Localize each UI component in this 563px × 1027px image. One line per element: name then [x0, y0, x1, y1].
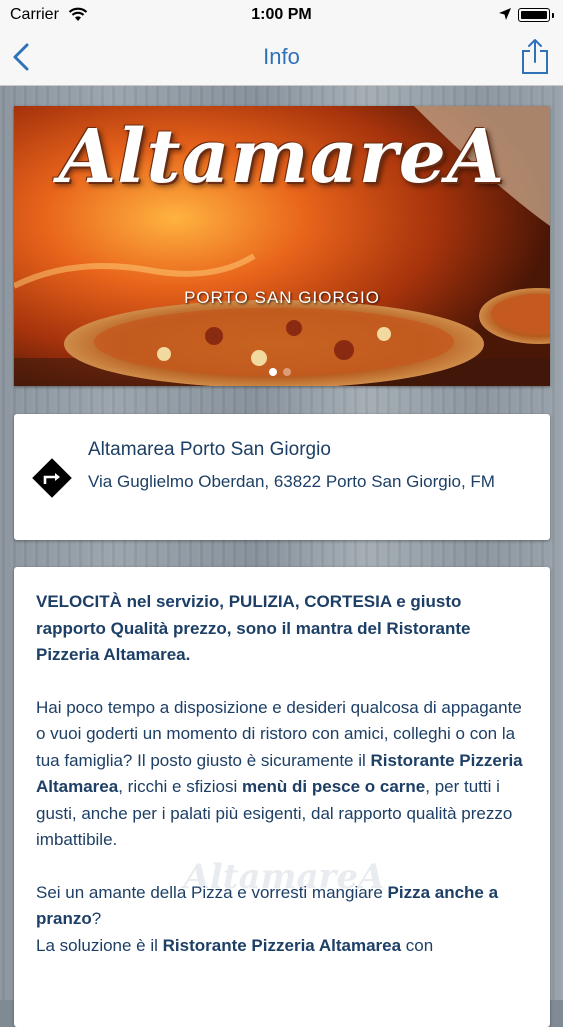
share-icon	[522, 39, 548, 74]
page-title: Info	[263, 44, 300, 69]
share-button[interactable]	[518, 38, 552, 76]
status-bar: Carrier 1:00 PM	[0, 0, 563, 30]
logo-subtitle: PORTO SAN GIORGIO	[184, 288, 380, 307]
description-card: AltamareA VELOCITÀ nel servizio, PULIZIA…	[14, 567, 550, 1027]
page-dot-active[interactable]	[269, 368, 277, 376]
description-text: VELOCITÀ nel servizio, PULIZIA, CORTESIA…	[36, 589, 530, 985]
paragraph-body: Hai poco tempo a disposizione e desideri…	[36, 697, 523, 850]
address-text: Via Guglielmo Oberdan, 63822 Porto San G…	[88, 472, 495, 491]
address-card[interactable]: Altamarea Porto San Giorgio Via Guglielm…	[14, 414, 550, 540]
location-arrow-icon	[498, 7, 512, 26]
paragraph-pizza: Sei un amante della Pizza e vorresti man…	[36, 882, 499, 955]
paragraph-intro: VELOCITÀ nel servizio, PULIZIA, CORTESIA…	[36, 592, 471, 664]
battery-icon	[518, 8, 554, 22]
page-dot[interactable]	[283, 368, 291, 376]
status-time: 1:00 PM	[251, 6, 312, 23]
image-carousel[interactable]: AltamareA PORTO SAN GIORGIO	[14, 106, 550, 386]
restaurant-name: Altamarea Porto San Giorgio	[88, 439, 331, 460]
directions-icon[interactable]	[32, 458, 72, 498]
navigation-bar: Info	[0, 30, 563, 86]
restaurant-logo: AltamareA	[58, 114, 506, 200]
